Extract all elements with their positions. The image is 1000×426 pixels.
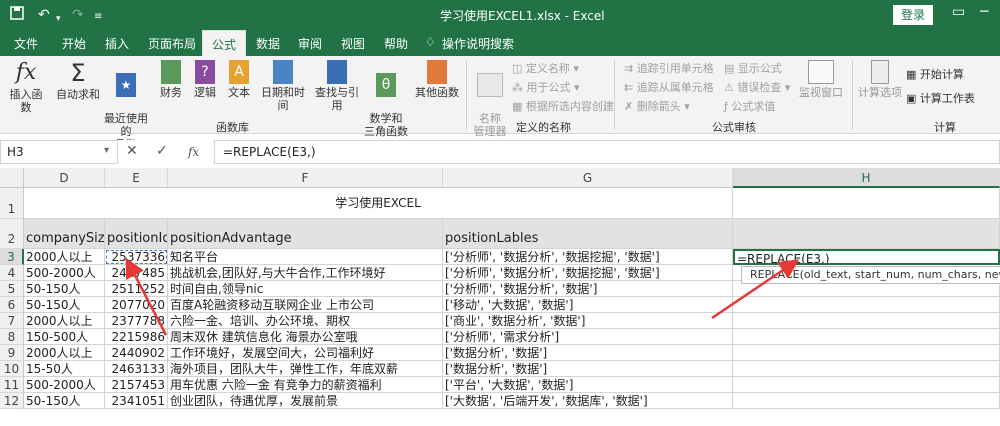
arrow-to-e3 bbox=[125, 257, 168, 336]
annotation-arrows bbox=[125, 257, 800, 336]
arrow-to-formula bbox=[711, 259, 800, 320]
